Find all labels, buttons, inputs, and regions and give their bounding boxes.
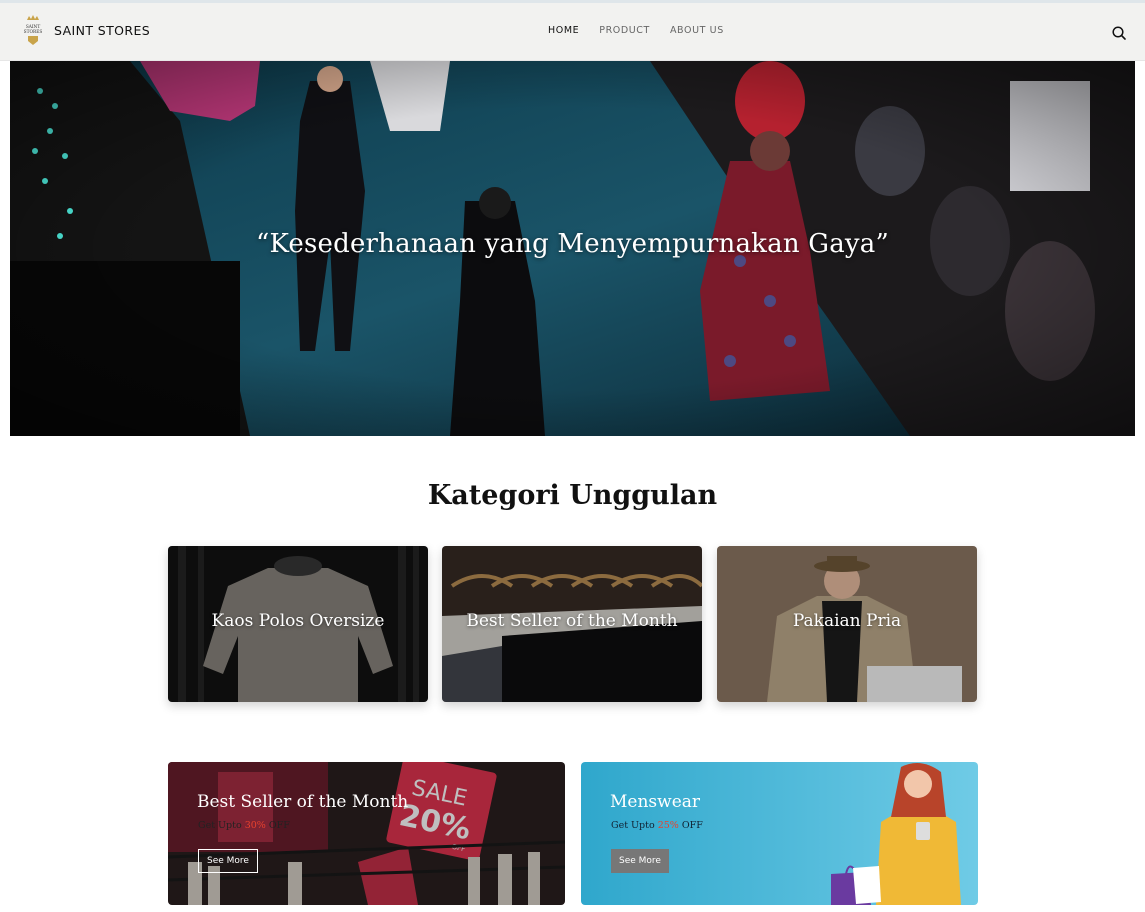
hero-banner: “Kesederhanaan yang Menyempurnakan Gaya”: [10, 61, 1135, 436]
category-label: Best Seller of the Month: [466, 611, 678, 631]
promo-banner-menswear: Menswear Get Upto 25% OFF See More: [581, 762, 978, 905]
promo-title: Menswear: [610, 792, 701, 812]
promo-sub-suffix: OFF: [268, 820, 290, 831]
category-card-best-seller[interactable]: Best Seller of the Month: [442, 546, 702, 702]
see-more-button[interactable]: See More: [611, 849, 669, 873]
brand-name[interactable]: SAINT STORES: [54, 23, 150, 38]
category-label: Kaos Polos Oversize: [211, 611, 385, 631]
site-header: SAINT STORES SAINT STORES HOME PRODUCT A…: [0, 3, 1145, 61]
svg-text:STORES: STORES: [24, 30, 43, 35]
brand[interactable]: SAINT STORES SAINT STORES: [22, 14, 150, 46]
category-card-kaos[interactable]: Kaos Polos Oversize: [168, 546, 428, 702]
promo-sub-suffix: OFF: [681, 820, 703, 831]
promo-sub-prefix: Get Upto: [611, 820, 655, 831]
crown-logo-icon: SAINT STORES: [22, 14, 44, 46]
hero-quote: “Kesederhanaan yang Menyempurnakan Gaya”: [255, 229, 889, 259]
promo-percent: 25%: [657, 820, 679, 831]
section-title: Kategori Unggulan: [427, 480, 718, 511]
nav-home[interactable]: HOME: [548, 25, 579, 36]
main-nav: HOME PRODUCT ABOUT US: [548, 25, 724, 36]
promo-percent: 30%: [244, 820, 266, 831]
promo-image: [581, 762, 978, 905]
promo-subtitle: Get Upto 25% OFF: [611, 820, 703, 831]
nav-about-us[interactable]: ABOUT US: [670, 25, 724, 36]
category-card-pakaian-pria[interactable]: Pakaian Pria: [717, 546, 977, 702]
promo-sub-prefix: Get Upto: [198, 820, 242, 831]
search-icon[interactable]: [1111, 25, 1127, 41]
promo-image: SALE 20% OFF: [168, 762, 565, 905]
category-label: Pakaian Pria: [792, 611, 902, 631]
see-more-button[interactable]: See More: [198, 849, 258, 873]
promo-subtitle: Get Upto 30% OFF: [198, 820, 290, 831]
promo-banner-best-seller: SALE 20% OFF Best Seller of the Month Ge…: [168, 762, 565, 905]
promo-title: Best Seller of the Month: [197, 792, 409, 812]
nav-product[interactable]: PRODUCT: [599, 25, 650, 36]
